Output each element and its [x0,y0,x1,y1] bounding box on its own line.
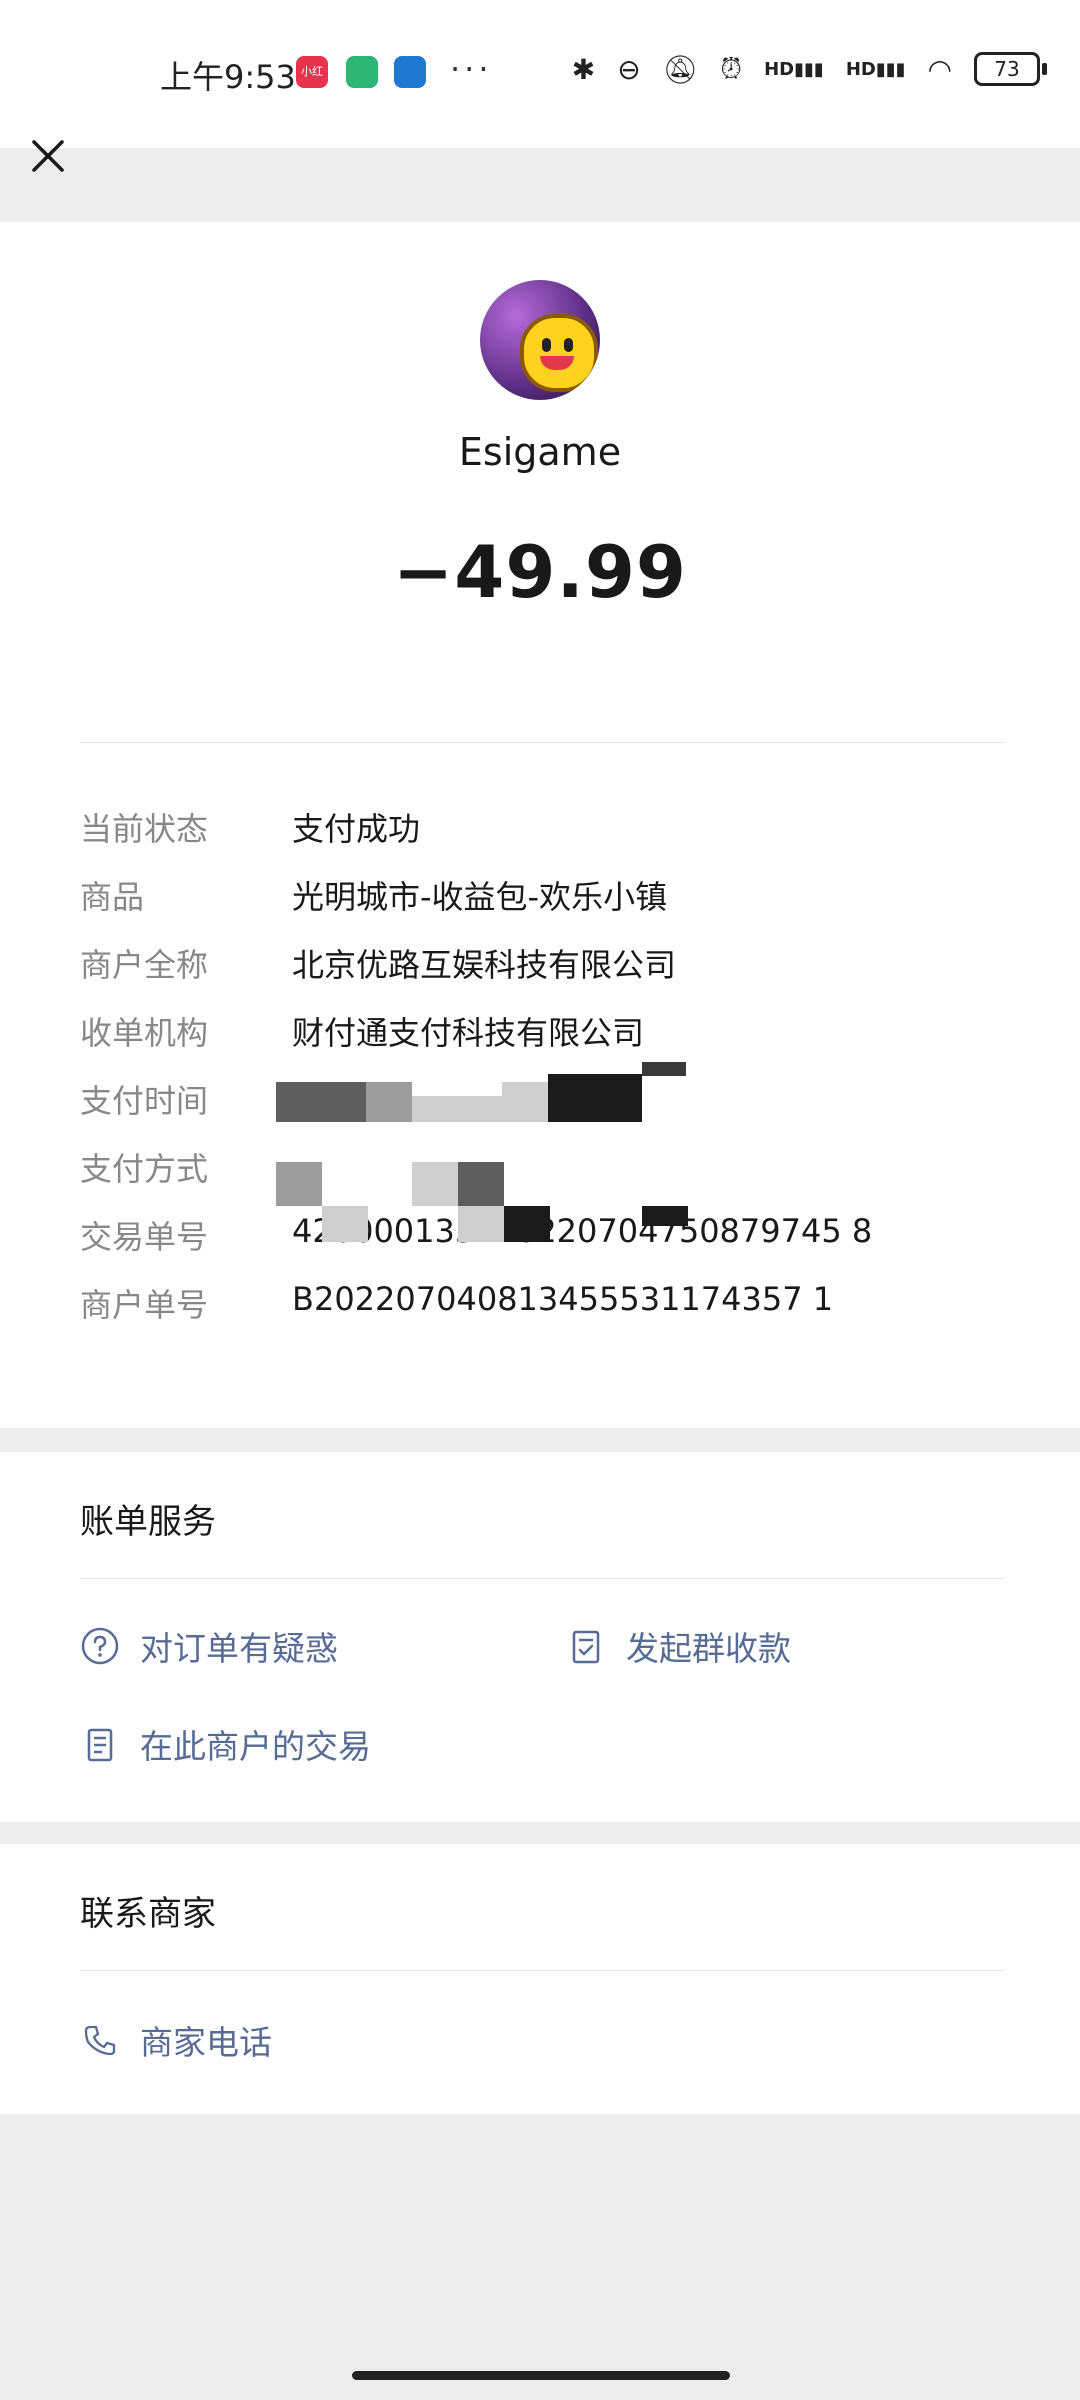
bill-service-section: 账单服务 对订单有疑惑 发起群收款 在此商户的交易 [0,1452,1080,1822]
smiley-face-icon [520,314,598,392]
detail-label: 商品 [80,878,145,916]
close-button[interactable] [20,128,76,184]
home-indicator[interactable] [352,2371,730,2380]
checklist-icon [572,1630,600,1664]
section-title: 账单服务 [80,1502,216,1542]
merchant-avatar [480,280,600,400]
detail-label: 收单机构 [80,1014,209,1052]
payment-amount: −49.99 [392,530,688,614]
alarm-icon: ⏰︎ [720,52,743,85]
action-label: 对订单有疑惑 [140,1629,338,1668]
merchant-transactions-button[interactable]: 在此商户的交易 [80,1720,371,1768]
detail-label: 商户全称 [80,946,209,984]
more-notifications-icon: ··· [450,50,493,88]
section-divider [80,1970,1004,1971]
detail-label: 交易单号 [80,1218,209,1256]
broadcast-app-icon [394,56,426,88]
status-icons: ✱ ⊖ 🔕︎ ⏰︎ HD▮▮▮ HD▮▮▮ ◠ 73 [571,52,1047,86]
detail-label: 商户单号 [80,1286,209,1324]
shield-app-icon [346,56,378,88]
bill-detail-card: Esigame −49.99 当前状态 支付成功 商品 光明城市-收益包-欢乐小… [0,222,1080,1428]
detail-value: 支付成功 [292,810,421,848]
detail-value: 北京优路互娱科技有限公司 [292,946,677,984]
detail-value: 财付通支付科技有限公司 [292,1014,645,1052]
question-circle-icon [81,1627,119,1665]
status-time: 上午9:53 [160,58,296,96]
detail-label: 当前状态 [80,810,209,848]
detail-label: 支付时间 [80,1082,209,1120]
order-question-button[interactable]: 对订单有疑惑 [80,1622,338,1670]
xiaohongshu-app-icon: 小红书 [296,56,328,110]
merchant-phone-button[interactable]: 商家电话 [80,2016,272,2064]
action-label: 发起群收款 [626,1629,791,1668]
battery-icon: 73 [974,52,1047,86]
detail-value: B202207040813455531174357 1 [292,1280,834,1318]
status-bar: 上午9:53 小红书 ··· ✱ ⊖ 🔕︎ ⏰︎ HD▮▮▮ HD▮▮▮ ◠ 7… [0,0,1080,148]
action-label: 商家电话 [140,2023,272,2062]
signal-icon-1: HD▮▮▮ [764,58,824,80]
contact-merchant-section: 联系商家 商家电话 [0,1844,1080,2114]
group-collect-button[interactable]: 发起群收款 [566,1622,791,1670]
mute-bell-icon: 🔕︎ [662,52,699,86]
detail-value: 光明城市-收益包-欢乐小镇 [292,878,668,916]
phone-icon [84,2025,116,2056]
wifi-icon: ◠ [927,52,952,86]
bluetooth-icon: ✱ [571,52,596,86]
detail-value: 420000135420220704750879745 8 [292,1212,873,1250]
detail-label: 支付方式 [80,1150,209,1188]
toggle-icon: ⊖ [617,52,641,86]
action-label: 在此商户的交易 [140,1727,371,1766]
section-title: 联系商家 [80,1894,216,1934]
close-icon [32,140,64,172]
section-divider [80,1578,1004,1579]
document-icon [87,1728,113,1762]
detail-divider [80,742,1004,743]
signal-icon-2: HD▮▮▮ [845,58,906,80]
merchant-name: Esigame [458,430,622,474]
